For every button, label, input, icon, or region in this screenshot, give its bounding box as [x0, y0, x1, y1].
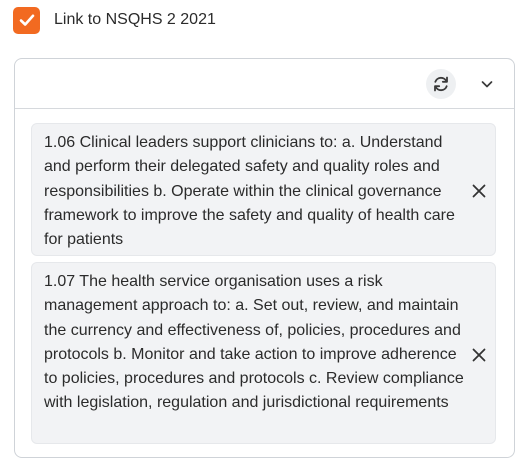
close-icon [472, 184, 486, 198]
selected-standard-text: 1.06 Clinical leaders support clinicians… [44, 134, 455, 249]
nsqhs-link-row[interactable]: Link to NSQHS 2 2021 [13, 6, 216, 34]
refresh-button[interactable] [426, 69, 456, 99]
close-icon [472, 348, 486, 362]
standards-select-header[interactable] [15, 59, 514, 109]
selected-standard-text: 1.07 The health service organisation use… [44, 273, 464, 412]
chevron-down-icon [481, 81, 493, 88]
remove-standard-button[interactable] [468, 180, 490, 202]
dropdown-toggle-button[interactable] [475, 72, 499, 96]
standards-select-panel: 1.06 Clinical leaders support clinicians… [14, 58, 515, 458]
selected-standard-item: 1.06 Clinical leaders support clinicians… [31, 123, 496, 256]
remove-standard-button[interactable] [468, 344, 490, 366]
refresh-icon [434, 76, 448, 92]
checkmark-icon [19, 14, 34, 26]
selected-standard-item: 1.07 The health service organisation use… [31, 262, 496, 444]
nsqhs-link-label[interactable]: Link to NSQHS 2 2021 [54, 11, 216, 29]
nsqhs-link-checkbox[interactable] [13, 6, 40, 34]
